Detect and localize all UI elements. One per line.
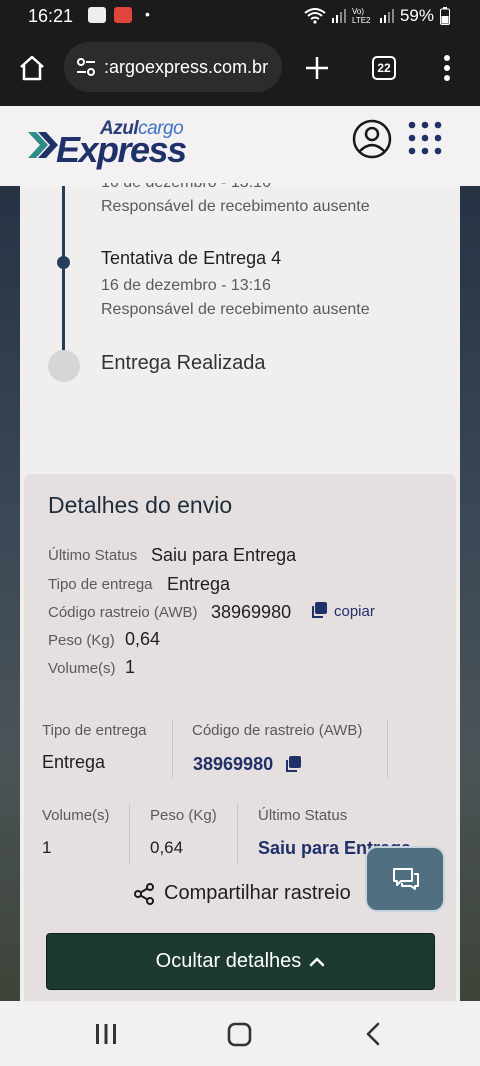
network-label: Vo) LTE2 (351, 7, 371, 25)
site-settings-icon[interactable] (76, 58, 96, 76)
weight-value: 0,64 (125, 629, 161, 649)
battery-icon (440, 7, 450, 25)
grid-divider-1 (172, 719, 173, 779)
status-right: Vo) LTE2 59% (304, 6, 450, 26)
copy-icon (312, 602, 327, 618)
status-label: Último Status (48, 547, 138, 564)
status-time: 16:21 (28, 6, 74, 26)
status-dot: • (145, 6, 150, 22)
grid-code-value: 38969980 (193, 754, 274, 774)
timeline-clipped-note: Responsável de recebimento ausente (101, 198, 370, 215)
back-icon[interactable] (365, 1022, 381, 1046)
share-tracking-button[interactable]: Compartilhar rastreio (132, 880, 362, 908)
logo-express: Express (56, 129, 187, 170)
apps-grid-icon[interactable] (407, 120, 443, 156)
type-value: Entrega (167, 574, 231, 594)
wifi-icon (304, 8, 326, 24)
grid-status-label: Último Status (258, 807, 348, 824)
grid-weight-label: Peso (Kg) (150, 807, 217, 824)
home-icon[interactable] (18, 54, 46, 82)
volume-value: 1 (125, 657, 136, 677)
grid-type-value: Entrega (42, 752, 106, 772)
signal2-icon (379, 9, 394, 23)
more-icon[interactable] (443, 54, 451, 82)
timeline-attempt-note: Responsável de recebimento ausente (101, 301, 370, 318)
type-label: Tipo de entrega (48, 576, 153, 593)
code-label: Código rastreio (AWB) (48, 604, 198, 621)
grid-divider-2 (387, 719, 388, 779)
code-value: 38969980 (211, 602, 292, 622)
address-bar[interactable]: :argoexpress.com.br (64, 42, 282, 92)
timeline-final-title: Entrega Realizada (101, 352, 266, 374)
home-nav-icon[interactable] (227, 1022, 252, 1047)
plus-icon[interactable] (305, 56, 329, 80)
browser-toolbar: :argoexpress.com.br 22 (0, 32, 480, 106)
logo-chevrons-icon (28, 132, 58, 158)
copy-button[interactable]: copiar (310, 601, 382, 623)
timeline-attempt-date: 16 de dezembro - 13:16 (101, 277, 271, 294)
site-header: Azulcargo Express (0, 106, 480, 186)
url-text: :argoexpress.com.br (104, 57, 269, 77)
grid-volume-value: 1 (42, 838, 52, 857)
battery-percent: 59% (399, 6, 434, 25)
weight-label: Peso (Kg) (48, 632, 115, 649)
user-icon[interactable] (352, 119, 392, 159)
grid-type-label: Tipo de entrega (42, 722, 147, 739)
grid-code-label: Código de rastreio (AWB) (192, 722, 363, 739)
system-nav-bar (0, 1001, 480, 1066)
hide-details-label: Ocultar detalhes (155, 950, 302, 972)
share-label: Compartilhar rastreio (164, 882, 351, 904)
timeline-line (62, 186, 65, 354)
grid-volume-label: Volume(s) (42, 807, 110, 824)
recents-icon[interactable] (94, 1023, 118, 1045)
status-bar: 16:21 • Vo) LTE2 59% (0, 0, 480, 32)
hide-details-button[interactable]: Ocultar detalhes (46, 933, 435, 990)
status-value: Saiu para Entrega (151, 545, 297, 565)
grid-divider-4 (237, 804, 238, 864)
site-logo[interactable]: Azulcargo Express (0, 106, 200, 186)
grid-divider-3 (129, 804, 130, 864)
volume-label: Volume(s) (48, 660, 116, 677)
details-title: Detalhes do envio (48, 492, 233, 518)
share-icon (134, 883, 154, 905)
chevron-up-icon (310, 957, 325, 966)
grid-copy-icon[interactable] (284, 755, 302, 773)
timeline-final-dot (48, 350, 80, 382)
signal-icon (331, 9, 346, 23)
tabs-icon[interactable]: 22 (372, 56, 396, 80)
chat-icon (393, 868, 419, 890)
chat-button[interactable] (365, 846, 445, 912)
app-notification-icon (114, 7, 132, 23)
copy-label: copiar (334, 603, 375, 620)
notification-icon (88, 7, 106, 23)
grid-weight-value: 0,64 (150, 838, 184, 857)
timeline-dot (57, 256, 70, 269)
timeline-attempt-title: Tentativa de Entrega 4 (101, 248, 282, 268)
